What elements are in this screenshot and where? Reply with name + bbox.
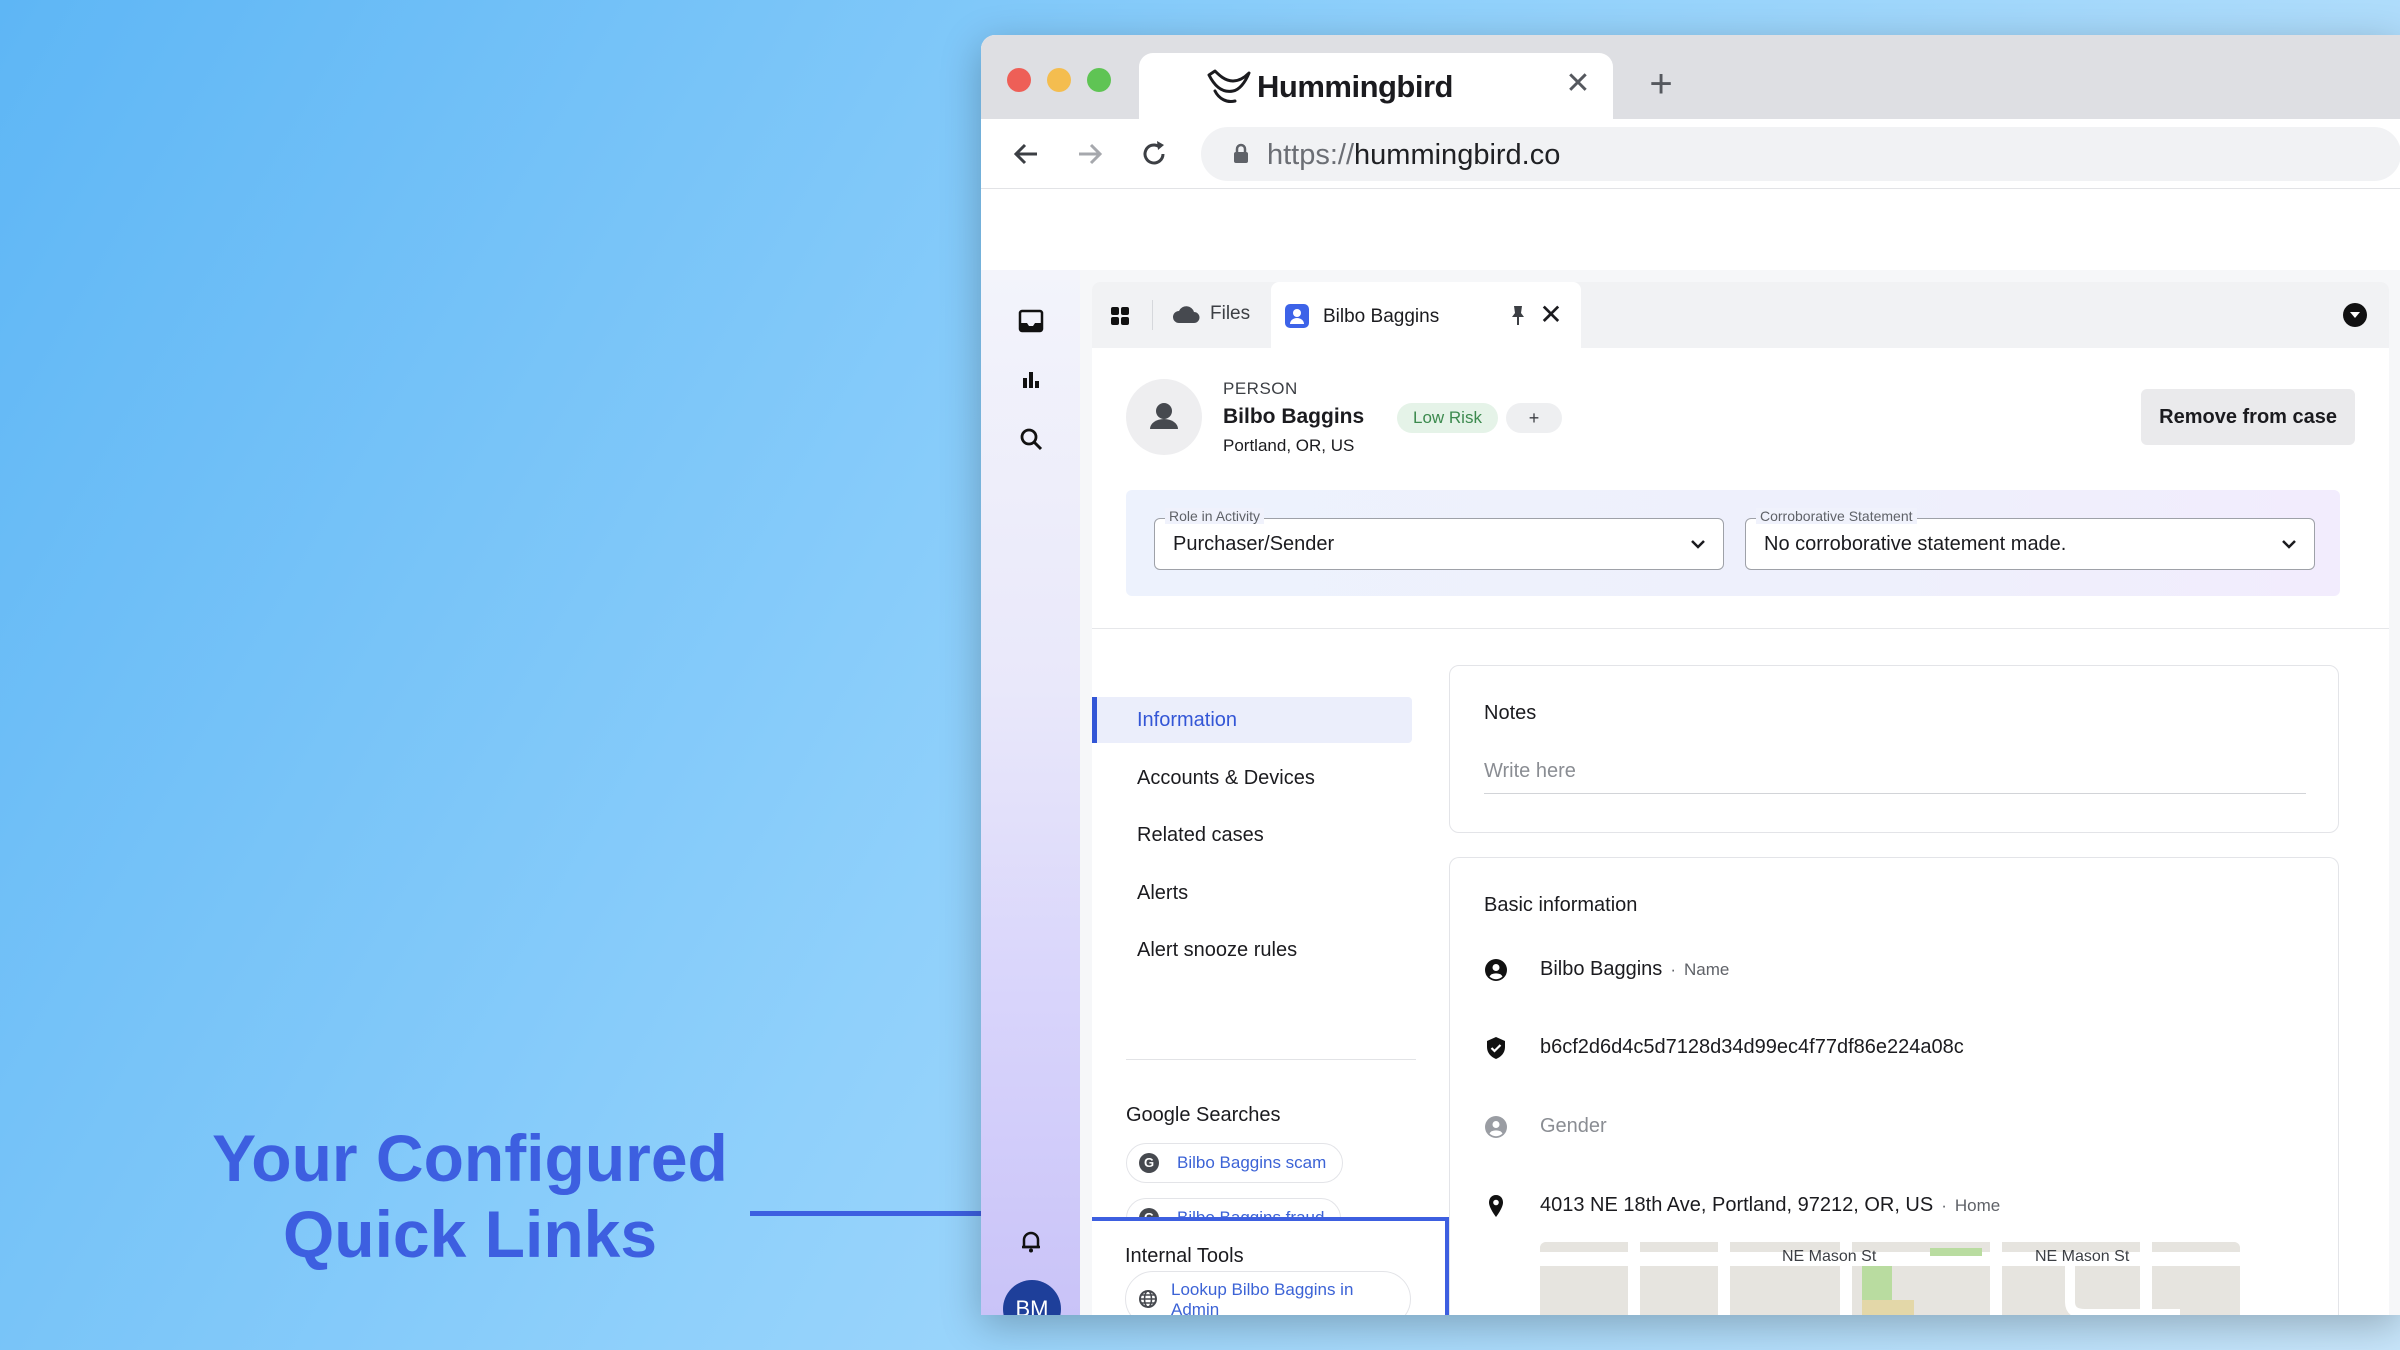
callout-line-2: Quick Links	[282, 1197, 658, 1271]
person-circle-icon	[1485, 1116, 1507, 1138]
notes-card: Notes Write here	[1449, 665, 2339, 833]
hummingbird-logo-icon	[1207, 69, 1251, 103]
pin-icon[interactable]	[1508, 304, 1528, 326]
reload-icon[interactable]	[1137, 137, 1171, 171]
map-streets-drawing	[1540, 1242, 2240, 1315]
map-street-label: NE Mason St	[1782, 1248, 1877, 1265]
role-in-activity-value: Purchaser/Sender	[1173, 533, 1335, 555]
close-window-button[interactable]	[1007, 68, 1031, 92]
person-circle-icon	[1485, 959, 1507, 981]
browser-titlebar: Hummingbird ✕ +	[981, 35, 2400, 119]
tab-person[interactable]: Bilbo Baggins ✕	[1271, 282, 1581, 348]
role-in-activity-label: Role in Activity	[1165, 508, 1265, 524]
nav-item-related-cases[interactable]: Related cases	[1092, 812, 1412, 858]
forward-arrow-icon[interactable]	[1073, 137, 1107, 171]
role-section: Role in Activity Purchaser/Sender Corrob…	[1126, 490, 2340, 596]
entity-type-label: PERSON	[1223, 379, 1298, 398]
info-address-sub: Home	[1954, 1196, 2001, 1215]
url-text: https://hummingbird.co	[1267, 139, 1560, 172]
person-location: Portland, OR, US	[1223, 436, 1355, 455]
left-rail: BM	[981, 270, 1080, 1315]
browser-window: Hummingbird ✕ + https://hummingbird.co B…	[981, 35, 2400, 1315]
lock-icon	[1234, 143, 1248, 163]
info-address-text: 4013 NE 18th Ave, Portland, 97212, OR, U…	[1540, 1194, 2000, 1217]
corroborative-statement-label: Corroborative Statement	[1756, 508, 1917, 524]
internal-tool-link[interactable]: Lookup Bilbo Baggins in Admin	[1125, 1271, 1411, 1315]
corroborative-statement-select[interactable]: Corroborative Statement No corroborative…	[1745, 508, 2315, 570]
verified-shield-icon	[1487, 1037, 1505, 1059]
bell-icon[interactable]	[1018, 1228, 1044, 1254]
browser-tab-title: Hummingbird	[1257, 69, 1454, 104]
nav-item-accounts-devices[interactable]: Accounts & Devices	[1092, 755, 1412, 801]
url-scheme: https://	[1267, 139, 1355, 171]
search-icon[interactable]	[1018, 426, 1044, 452]
remove-from-case-button[interactable]: Remove from case	[2141, 389, 2355, 445]
tab-person-label: Bilbo Baggins	[1323, 306, 1440, 327]
info-name-sub: Name	[1683, 960, 1730, 979]
notes-title: Notes	[1484, 702, 1537, 724]
location-pin-icon	[1489, 1195, 1503, 1217]
panel-tab-strip: Files Bilbo Baggins ✕	[1092, 282, 2389, 348]
cloud-icon	[1173, 306, 1200, 323]
grid-icon[interactable]	[1110, 306, 1130, 326]
internal-tool-link-label: Lookup Bilbo Baggins in Admin	[1171, 1280, 1354, 1315]
basic-information-card: Basic information Bilbo Baggins · Name b6c…	[1449, 857, 2339, 1315]
internal-tools-title: Internal Tools	[1125, 1245, 1244, 1267]
browser-tab-active[interactable]: Hummingbird ✕	[1139, 53, 1613, 119]
section-divider	[1092, 628, 2389, 629]
map-street-label: NE Mason St	[2035, 1248, 2130, 1265]
role-in-activity-select[interactable]: Role in Activity Purchaser/Sender	[1154, 508, 1724, 570]
minimize-window-button[interactable]	[1047, 68, 1071, 92]
new-tab-icon[interactable]: +	[1641, 64, 1681, 105]
google-search-link-label: Bilbo Baggins scam	[1177, 1153, 1327, 1172]
person-name: Bilbo Baggins	[1223, 405, 1365, 428]
person-tab-icon	[1285, 304, 1309, 328]
google-icon: G	[1139, 1153, 1159, 1173]
chevron-down-icon	[2282, 540, 2296, 549]
add-tag-button[interactable]: +	[1506, 403, 1562, 433]
google-search-link[interactable]: G Bilbo Baggins scam	[1126, 1143, 1344, 1183]
info-name-text: Bilbo Baggins · Name	[1540, 958, 1729, 981]
address-map[interactable]: NE Mason St NE Mason St	[1540, 1242, 2240, 1315]
globe-icon	[1139, 1290, 1157, 1308]
close-tab-person-icon[interactable]: ✕	[1536, 298, 1566, 331]
google-searches-title: Google Searches	[1126, 1104, 1281, 1126]
maximize-window-button[interactable]	[1087, 68, 1111, 92]
callout-line-1: Your Configured	[212, 1121, 728, 1195]
quick-links-callout: Your Configured Quick Links	[170, 1120, 770, 1272]
basic-information-title: Basic information	[1484, 894, 1638, 916]
back-arrow-icon[interactable]	[1009, 137, 1043, 171]
notes-input[interactable]: Write here	[1484, 760, 2306, 794]
url-host: hummingbird.co	[1354, 139, 1561, 171]
chevron-down-icon	[1691, 540, 1705, 549]
tab-files-label: Files	[1210, 303, 1251, 324]
nav-item-information[interactable]: Information	[1092, 697, 1412, 743]
tabs-menu-icon[interactable]	[2343, 303, 2367, 327]
case-panel: Files Bilbo Baggins ✕ PERSON Bilbo Baggi…	[1092, 282, 2389, 1315]
close-tab-icon[interactable]: ✕	[1561, 67, 1595, 101]
info-address-separator: ·	[1941, 1196, 1947, 1215]
info-address-value: 4013 NE 18th Ave, Portland, 97212, OR, U…	[1540, 1194, 1934, 1216]
risk-badge[interactable]: Low Risk	[1397, 403, 1498, 433]
address-bar[interactable]: https://hummingbird.co	[1201, 127, 2400, 181]
nav-divider	[1126, 1059, 1416, 1060]
info-name-value: Bilbo Baggins	[1540, 958, 1663, 980]
app-top-strip	[981, 235, 2400, 270]
analytics-icon[interactable]	[1018, 366, 1044, 392]
user-avatar[interactable]: BM	[1003, 1280, 1061, 1315]
internal-tools-highlight: Internal Tools Lookup Bilbo Baggins in A…	[1092, 1217, 1449, 1315]
nav-item-alert-snooze-rules[interactable]: Alert snooze rules	[1092, 927, 1412, 973]
info-hash-value: b6cf2d6d4c5d7128d34d99ec4f77df86e224a08c	[1540, 1036, 1964, 1058]
info-name-separator: ·	[1670, 960, 1676, 979]
inbox-icon[interactable]	[1018, 308, 1044, 334]
tab-files[interactable]: Files	[1172, 303, 1250, 325]
nav-item-alerts[interactable]: Alerts	[1092, 870, 1412, 916]
app-area: BM Files Bilbo Baggins ✕ PERSON Bilbo Ba…	[981, 235, 2400, 1315]
browser-toolbar: https://hummingbird.co	[981, 119, 2400, 189]
corroborative-statement-value: No corroborative statement made.	[1764, 533, 2067, 555]
info-gender-value: Gender	[1540, 1115, 1607, 1137]
person-avatar	[1126, 379, 1202, 455]
tab-divider	[1152, 300, 1153, 330]
